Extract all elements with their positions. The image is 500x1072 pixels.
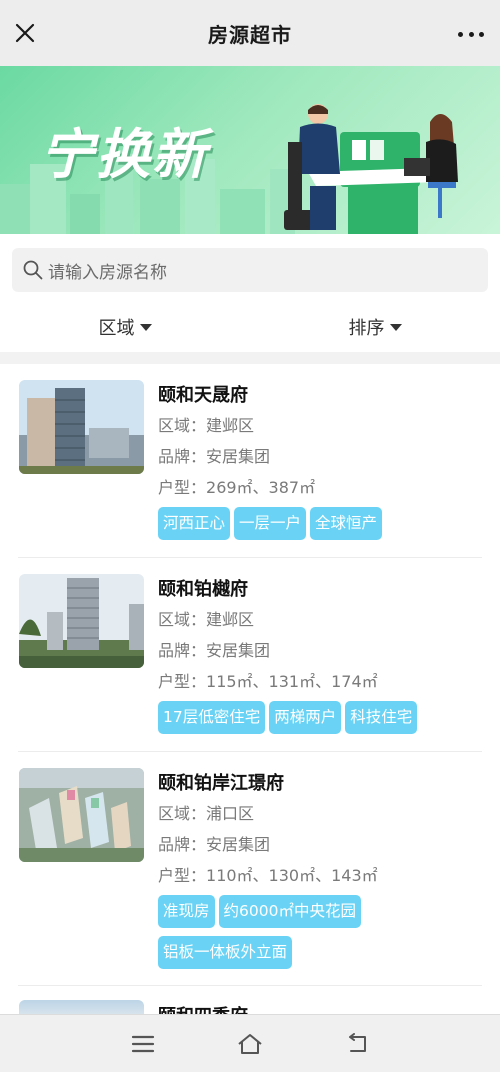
sort-filter-label: 排序	[348, 318, 385, 339]
caret-down-icon	[389, 323, 402, 331]
area-label: 区域：	[158, 416, 207, 435]
more-dot	[458, 31, 463, 37]
brand-label: 品牌：	[158, 447, 207, 466]
close-icon[interactable]	[14, 22, 36, 44]
layout-label: 户型：	[158, 478, 207, 497]
listing-card[interactable]: 颐和铂岸江璟府 区域：浦口区 品牌：安居集团 户型：110㎡、130㎡、143㎡…	[18, 752, 482, 986]
listing-list: 颐和天晟府 区域：建邺区 品牌：安居集团 户型：269㎡、387㎡ 河西正心 一…	[0, 364, 500, 986]
more-dots-icon[interactable]	[458, 24, 484, 44]
property-photo	[19, 1000, 144, 1014]
banner-slogan: 宁换新	[40, 122, 208, 186]
more-dot	[479, 31, 484, 37]
listing-tags: 17层低密住宅 两梯两户 科技住宅	[158, 701, 482, 742]
listing-area: 区域：建邺区	[158, 410, 482, 441]
listing-layout: 户型：110㎡、130㎡、143㎡	[158, 860, 482, 891]
listing-name: 颐和铂岸江璟府	[158, 773, 284, 794]
property-photo	[19, 574, 144, 668]
layout-value: 269㎡、387㎡	[206, 478, 316, 497]
property-photo	[19, 380, 144, 474]
listing-card-partial[interactable]: 颐和四季府	[18, 1000, 482, 1014]
brand-value: 安居集团	[206, 641, 271, 660]
home-icon[interactable]	[235, 1029, 265, 1059]
area-filter-dropdown[interactable]: 区域	[0, 306, 250, 348]
listing-tag[interactable]: 约6000㎡中央花园	[218, 895, 361, 928]
caret-down-icon	[139, 323, 152, 331]
search-placeholder: 请输入房源名称	[48, 262, 167, 283]
listing-layout: 户型：269㎡、387㎡	[158, 472, 482, 503]
more-dot	[468, 31, 474, 37]
area-filter-label: 区域	[98, 318, 135, 339]
business-meeting-illustration	[284, 104, 458, 234]
sort-filter-dropdown[interactable]: 排序	[250, 306, 500, 348]
brand-label: 品牌：	[158, 835, 207, 854]
search-icon	[23, 260, 43, 280]
layout-label: 户型：	[158, 672, 207, 691]
listing-name: 颐和铂樾府	[158, 579, 248, 600]
listing-tag[interactable]: 17层低密住宅	[158, 701, 266, 734]
listing-name: 颐和四季府	[158, 1002, 248, 1014]
listing-brand: 品牌：安居集团	[158, 635, 482, 666]
area-value: 建邺区	[206, 416, 255, 435]
listing-tag[interactable]: 两梯两户	[269, 701, 342, 734]
brand-label: 品牌：	[158, 641, 207, 660]
area-label: 区域：	[158, 610, 207, 629]
menu-icon[interactable]	[128, 1029, 158, 1059]
listing-tag[interactable]: 铝板一体板外立面	[158, 936, 293, 969]
area-label: 区域：	[158, 804, 207, 823]
filter-bar: 区域 排序	[0, 306, 500, 348]
brand-value: 安居集团	[206, 447, 271, 466]
listing-layout: 户型：115㎡、131㎡、174㎡	[158, 666, 482, 697]
layout-value: 110㎡、130㎡、143㎡	[206, 866, 378, 885]
layout-value: 115㎡、131㎡、174㎡	[206, 672, 378, 691]
listing-area: 区域：建邺区	[158, 604, 482, 635]
listing-tag[interactable]: 一层一户	[234, 507, 307, 540]
page-title: 房源超市	[208, 22, 292, 47]
listing-brand: 品牌：安居集团	[158, 441, 482, 472]
listing-card[interactable]: 颐和铂樾府 区域：建邺区 品牌：安居集团 户型：115㎡、131㎡、174㎡ 1…	[18, 558, 482, 752]
listing-name: 颐和天晟府	[158, 385, 248, 406]
listing-area: 区域：浦口区	[158, 798, 482, 829]
listing-tags: 河西正心 一层一户 全球恒产	[158, 507, 482, 548]
promo-banner[interactable]: 宁换新	[0, 66, 500, 234]
property-photo	[19, 768, 144, 862]
brand-value: 安居集团	[206, 835, 271, 854]
listing-tag[interactable]: 河西正心	[158, 507, 231, 540]
area-value: 建邺区	[206, 610, 255, 629]
top-navigation-bar: 房源超市	[0, 0, 500, 66]
listing-tags: 准现房 约6000㎡中央花园 铝板一体板外立面	[158, 895, 482, 977]
listing-tag[interactable]: 全球恒产	[310, 507, 383, 540]
layout-label: 户型：	[158, 866, 207, 885]
area-value: 浦口区	[206, 804, 255, 823]
listing-tag[interactable]: 准现房	[158, 895, 215, 928]
section-divider	[0, 352, 500, 364]
listing-brand: 品牌：安居集团	[158, 829, 482, 860]
bottom-navigation-bar	[0, 1014, 500, 1072]
listing-card[interactable]: 颐和天晟府 区域：建邺区 品牌：安居集团 户型：269㎡、387㎡ 河西正心 一…	[18, 364, 482, 558]
search-input[interactable]: 请输入房源名称	[12, 248, 488, 292]
back-icon[interactable]	[342, 1029, 372, 1059]
listing-tag[interactable]: 科技住宅	[345, 701, 418, 734]
